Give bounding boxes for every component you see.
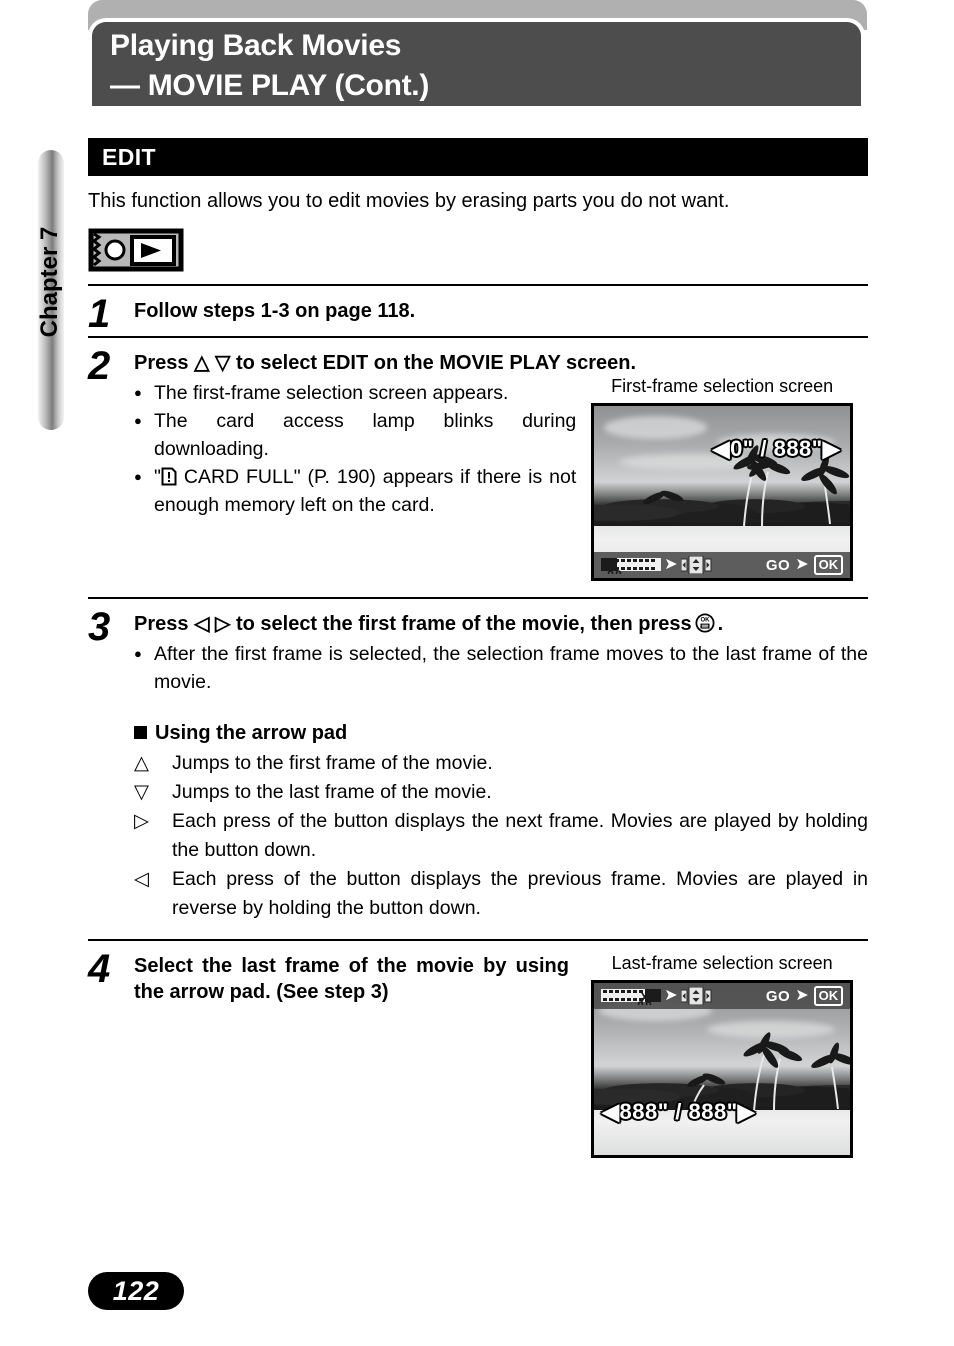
- page-content: EDIT This function allows you to edit mo…: [88, 138, 868, 1158]
- arrow-pad-item-down: ▽ Jumps to the last frame of the movie.: [134, 778, 868, 807]
- step-1-heading: Follow steps 1-3 on page 118.: [134, 300, 416, 322]
- last-frame-go-label: GO: [765, 987, 791, 1005]
- arrow-pad-desc-right: Each press of the button displays the ne…: [172, 810, 868, 861]
- arrow-pad-section-title: Using the arrow pad: [134, 722, 868, 745]
- first-frame-selection-screen: ◀0" / 888"▶ ➤ GO ➤ OK: [591, 403, 854, 581]
- header-title-line1: Playing Back Movies: [110, 29, 402, 62]
- step-2-bullet-3-quote: ": [154, 466, 161, 488]
- step-4-columns: Select the last frame of the movie by us…: [134, 953, 868, 1158]
- square-bullet-icon: [134, 726, 147, 739]
- last-frame-selection-screen: ➤ GO ➤ OK ◀888" / 888"▶: [591, 980, 854, 1158]
- arrow-pad-list: △ Jumps to the first frame of the movie.…: [134, 749, 868, 923]
- step-3-number: 3: [88, 605, 111, 649]
- card-full-warning-icon: [161, 467, 177, 486]
- arrow-pad-title-text: Using the arrow pad: [155, 722, 348, 744]
- section-band-edit: EDIT: [88, 138, 868, 176]
- step-1-block: 1 Follow steps 1-3 on page 118.: [88, 286, 868, 336]
- step-1-number: 1: [88, 292, 111, 336]
- arrow-pad-key-up: △: [134, 752, 149, 774]
- first-frame-screen-caption: First-frame selection screen: [611, 376, 834, 396]
- arrow-pad-key-right: ▷: [134, 810, 149, 832]
- svg-text:OK: OK: [700, 618, 710, 624]
- last-frame-timecode: ◀888" / 888"▶: [602, 1099, 756, 1124]
- chapter-tab-label: Chapter 7: [36, 226, 63, 338]
- chapter-tab: Chapter 7: [36, 150, 64, 430]
- step-4-number: 4: [88, 947, 111, 991]
- step-2-heading: Press △ ▽ to select EDIT on the MOVIE PL…: [134, 350, 868, 376]
- step-4-text-column: Select the last frame of the movie by us…: [134, 953, 576, 1158]
- step-2-columns: The first-frame selection screen appears…: [134, 376, 868, 581]
- arrow-pad-key-down: ▽: [134, 781, 149, 803]
- step-2-bullet-3-text: CARD FULL" (P. 190) appears if there is …: [154, 466, 577, 516]
- step-2-heading-keys: △ ▽: [194, 352, 231, 374]
- last-frame-screen-caption: Last-frame selection screen: [611, 953, 833, 973]
- ok-button-icon: OK: [695, 613, 715, 633]
- step-1: 1 Follow steps 1-3 on page 118.: [88, 294, 868, 334]
- arrow-pad-icon: [680, 556, 712, 574]
- step-3-heading-after: to select the first frame of the movie, …: [235, 613, 692, 635]
- arrow-pad-desc-left: Each press of the button displays the pr…: [172, 868, 868, 919]
- step-3-bullet-1: After the first frame is selected, the s…: [134, 640, 868, 696]
- playback-mode-dial-icon: [88, 228, 184, 272]
- last-frame-top-bar: ➤ GO ➤ OK: [594, 983, 851, 1009]
- first-frame-ok-chip: OK: [813, 555, 844, 575]
- step-2-heading-after: to select EDIT on the MOVIE PLAY screen.: [235, 352, 637, 374]
- photo-palm-trees-2: [687, 1032, 851, 1116]
- right-arrow-icon: ➤: [795, 987, 809, 1004]
- first-frame-screen-column: First-frame selection screen ◀0" / 888"▶…: [576, 376, 868, 581]
- filmstrip-scissors-icon: [601, 558, 662, 574]
- right-arrow-icon: ➤: [664, 556, 678, 573]
- arrow-pad-key-left: ◁: [134, 868, 149, 890]
- section-intro-text: This function allows you to edit movies …: [88, 190, 730, 212]
- arrow-pad-desc-down: Jumps to the last frame of the movie.: [172, 781, 492, 803]
- arrow-pad-desc-up: Jumps to the first frame of the movie.: [172, 752, 493, 774]
- step-3: 3 Press ◁ ▷ to select the first frame of…: [88, 607, 868, 923]
- arrow-pad-item-up: △ Jumps to the first frame of the movie.: [134, 749, 868, 778]
- first-frame-bar-right: GO ➤ OK: [765, 555, 844, 575]
- step-3-bullet-list: After the first frame is selected, the s…: [134, 640, 868, 696]
- header-title-line2: — MOVIE PLAY (Cont.): [110, 69, 430, 102]
- step-3-heading: Press ◁ ▷ to select the first frame of t…: [134, 611, 868, 637]
- filmstrip-scissors-icon: [601, 989, 662, 1005]
- first-frame-go-label: GO: [765, 556, 791, 574]
- mode-icon-container: [88, 228, 868, 274]
- last-frame-bar-inner: ➤ GO ➤ OK: [594, 983, 850, 1009]
- first-frame-timecode: ◀0" / 888"▶: [712, 436, 841, 461]
- step-2-bullet-1: The first-frame selection screen appears…: [134, 379, 576, 407]
- step-3-heading-keys: ◁ ▷: [194, 613, 231, 635]
- step-2-bullet-2: The card access lamp blinks during downl…: [134, 407, 576, 463]
- arrow-pad-item-left: ◁ Each press of the button displays the …: [134, 865, 868, 923]
- step-3-block: 3 Press ◁ ▷ to select the first frame of…: [88, 599, 868, 939]
- step-3-heading-before: Press: [134, 613, 189, 635]
- step-4-block: 4 Select the last frame of the movie by …: [88, 941, 868, 1158]
- step-4-heading: Select the last frame of the movie by us…: [134, 955, 569, 1003]
- arrow-pad-item-right: ▷ Each press of the button displays the …: [134, 807, 868, 865]
- page-header: Playing Back Movies — MOVIE PLAY (Cont.): [88, 18, 865, 106]
- step-2-number: 2: [88, 344, 111, 388]
- step-2-bullet-3: " CARD FULL" (P. 190) appears if there i…: [134, 463, 576, 519]
- last-frame-screen-column: Last-frame selection screen ➤ GO ➤ OK ◀8…: [576, 953, 868, 1158]
- step-2-heading-before: Press: [134, 352, 189, 374]
- page-number-badge: 122: [88, 1272, 184, 1310]
- arrow-pad-icon: [680, 987, 712, 1005]
- manual-page: Playing Back Movies — MOVIE PLAY (Cont.)…: [0, 0, 954, 1346]
- step-2-block: 2 Press △ ▽ to select EDIT on the MOVIE …: [88, 338, 868, 597]
- step-2: 2 Press △ ▽ to select EDIT on the MOVIE …: [88, 346, 868, 581]
- step-2-text-column: The first-frame selection screen appears…: [134, 376, 576, 581]
- last-frame-bar-right: GO ➤ OK: [765, 986, 844, 1006]
- last-frame-ok-chip: OK: [813, 986, 844, 1006]
- first-frame-bar-inner: ➤ GO ➤ OK: [594, 552, 850, 578]
- right-arrow-icon: ➤: [664, 987, 678, 1004]
- first-frame-bottom-bar: ➤ GO ➤ OK: [594, 552, 851, 578]
- step-2-bullet-list: The first-frame selection screen appears…: [134, 379, 576, 519]
- right-arrow-icon: ➤: [795, 556, 809, 573]
- step-4: 4 Select the last frame of the movie by …: [88, 949, 868, 1158]
- step-3-heading-end: .: [717, 613, 724, 635]
